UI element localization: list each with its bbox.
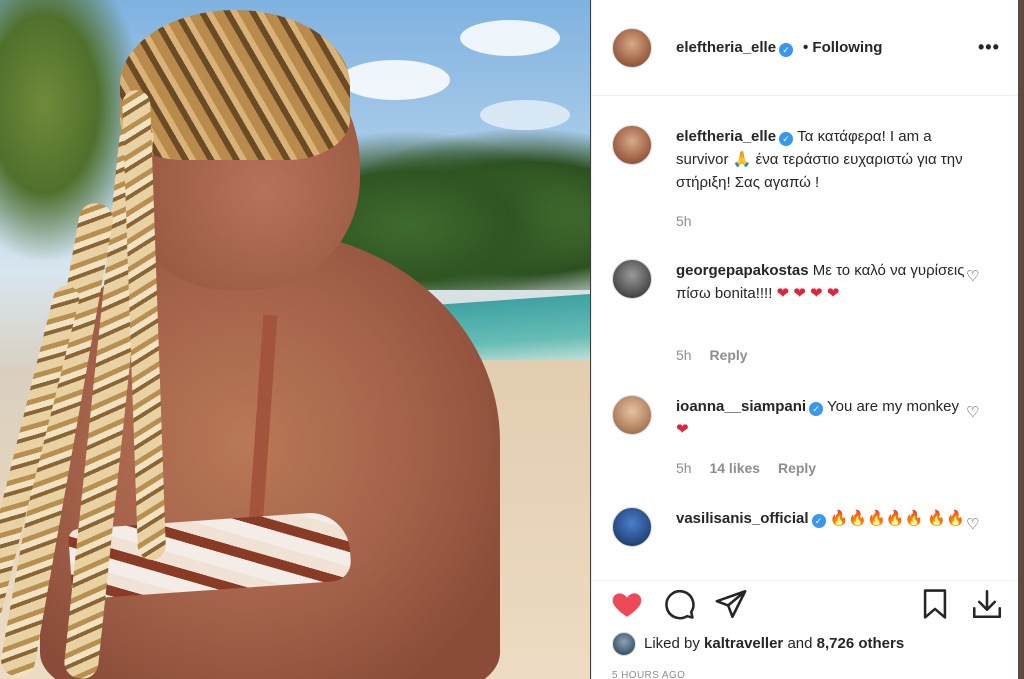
comment-emoji: 🔥🔥🔥🔥🔥 🔥🔥 bbox=[829, 510, 965, 527]
likes-summary[interactable]: Liked by kaltraveller and 8,726 others bbox=[612, 632, 904, 656]
comment-username[interactable]: georgepapakostas bbox=[676, 262, 809, 279]
reply-button[interactable]: Reply bbox=[778, 460, 816, 476]
author-avatar[interactable] bbox=[612, 28, 652, 68]
commenter-avatar[interactable] bbox=[612, 395, 652, 435]
comment-text: You are my monkey bbox=[826, 398, 959, 415]
verified-badge-icon: ✓ bbox=[779, 132, 794, 146]
comment-likes[interactable]: 14 likes bbox=[709, 460, 760, 476]
comment-emoji: ❤ bbox=[676, 421, 689, 438]
comment-time[interactable]: 5h bbox=[676, 460, 692, 476]
comment-username[interactable]: ioanna__siampani bbox=[676, 398, 806, 415]
post-photo[interactable] bbox=[0, 0, 590, 679]
commenter-avatar[interactable] bbox=[612, 507, 652, 547]
verified-badge-icon: ✓ bbox=[779, 43, 794, 57]
caption-avatar[interactable] bbox=[612, 125, 652, 165]
comment-username[interactable]: vasilisanis_official bbox=[676, 510, 809, 527]
comments-list[interactable]: eleftheria_elle ✓ Τα κατάφερα! I am a sur… bbox=[592, 97, 1019, 577]
post-header: eleftheria_elle ✓ • Following ••• bbox=[592, 0, 1019, 96]
post-timestamp[interactable]: 5 HOURS AGO bbox=[612, 670, 685, 679]
caption-time[interactable]: 5h bbox=[676, 213, 692, 229]
following-status[interactable]: • Following bbox=[803, 39, 882, 56]
verified-badge-icon: ✓ bbox=[809, 402, 824, 416]
liker-avatar[interactable] bbox=[612, 632, 636, 656]
caption-username[interactable]: eleftheria_elle bbox=[676, 128, 776, 145]
like-comment-heart-icon[interactable]: ♡ bbox=[966, 267, 979, 285]
download-icon[interactable] bbox=[970, 587, 1004, 621]
liker-username[interactable]: kaltraveller bbox=[704, 635, 783, 652]
caption-meta: 5h bbox=[676, 213, 706, 229]
share-icon[interactable] bbox=[714, 587, 748, 621]
caption: eleftheria_elle ✓ Τα κατάφερα! I am a sur… bbox=[612, 125, 992, 235]
comment-item: georgepapakostas Με το καλό να γυρίσεις … bbox=[612, 259, 992, 369]
verified-badge-icon: ✓ bbox=[811, 514, 826, 528]
background-edge bbox=[1018, 0, 1024, 679]
author-username[interactable]: eleftheria_elle ✓ bbox=[676, 39, 794, 57]
comment-time[interactable]: 5h bbox=[676, 347, 692, 363]
comment-item: ioanna__siampani ✓ You are my monkey ❤ ♡ … bbox=[612, 395, 992, 485]
commenter-avatar[interactable] bbox=[612, 259, 652, 299]
action-bar bbox=[592, 580, 1019, 630]
comment-meta: 5h 14 likes Reply bbox=[676, 460, 830, 476]
comment-emoji: ❤ ❤ ❤ ❤ bbox=[776, 285, 840, 302]
more-options-button[interactable]: ••• bbox=[978, 37, 1000, 58]
post-side-panel: eleftheria_elle ✓ • Following ••• elefthe… bbox=[591, 0, 1019, 679]
comment-item: vasilisanis_official ✓ 🔥🔥🔥🔥🔥 🔥🔥 ♡ bbox=[612, 507, 992, 577]
like-comment-heart-icon[interactable]: ♡ bbox=[966, 515, 979, 533]
likes-count[interactable]: 8,726 others bbox=[817, 635, 905, 652]
like-comment-heart-icon[interactable]: ♡ bbox=[966, 403, 979, 421]
bookmark-icon[interactable] bbox=[918, 587, 952, 621]
heart-filled-icon[interactable] bbox=[610, 587, 644, 621]
reply-button[interactable]: Reply bbox=[709, 347, 747, 363]
comment-icon[interactable] bbox=[662, 587, 696, 621]
comment-meta: 5h Reply bbox=[676, 347, 762, 363]
